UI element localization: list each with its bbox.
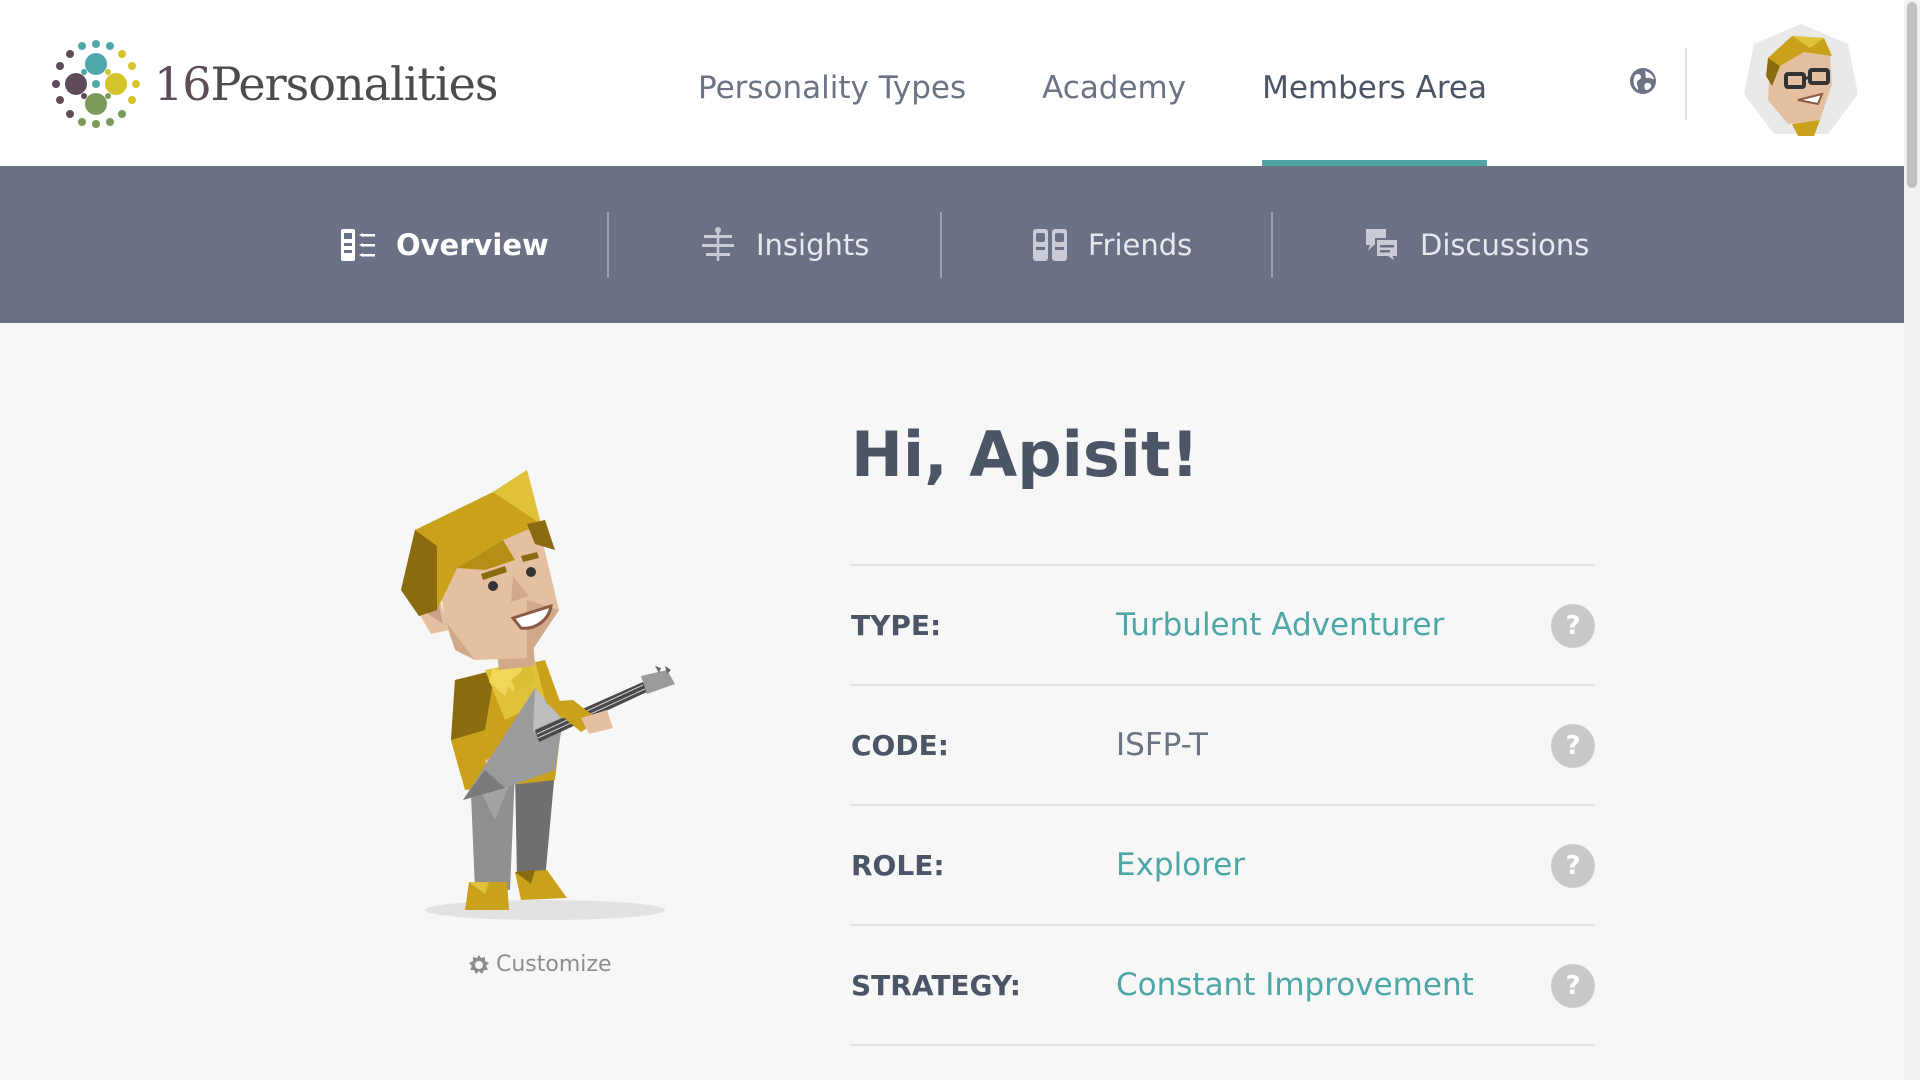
logo-text: 16Personalities [154, 57, 499, 111]
globe-icon[interactable] [1628, 66, 1658, 96]
tab-overview[interactable]: Overview [338, 166, 549, 323]
table-row-code: CODE: ISFP-T ? [851, 686, 1595, 806]
subnav-divider [940, 212, 942, 278]
customize-avatar-link[interactable]: Customize [468, 952, 611, 977]
tab-insights[interactable]: Insights [698, 166, 869, 323]
tab-discussions[interactable]: Discussions [1362, 166, 1589, 323]
role-value-link[interactable]: Explorer [1116, 847, 1245, 883]
customize-label: Customize [496, 952, 612, 977]
nav-members-area[interactable]: Members Area [1262, 0, 1487, 166]
tab-insights-label: Insights [756, 227, 870, 262]
profile-summary-table: TYPE: Turbulent Adventurer ? CODE: ISFP-… [851, 564, 1595, 1046]
header-divider [1685, 48, 1687, 120]
strategy-value-link[interactable]: Constant Improvement [1116, 967, 1474, 1003]
tab-overview-label: Overview [396, 227, 549, 262]
code-help-icon[interactable]: ? [1551, 724, 1595, 768]
table-row-strategy: STRATEGY: Constant Improvement ? [851, 926, 1595, 1046]
type-label: TYPE: [851, 608, 942, 642]
overview-icon [341, 228, 375, 261]
code-value: ISFP-T [1116, 727, 1208, 763]
insights-icon [702, 226, 734, 261]
subnav-divider [607, 212, 609, 278]
members-subnav: Overview Insights Friends Discussions [0, 166, 1904, 323]
table-row-type: TYPE: Turbulent Adventurer ? [851, 566, 1595, 686]
scrollbar-thumb[interactable] [1907, 2, 1917, 188]
site-logo[interactable]: 16Personalities [48, 36, 499, 132]
logo-number: 16 [154, 57, 212, 111]
type-help-icon[interactable]: ? [1551, 604, 1595, 648]
nav-personality-types[interactable]: Personality Types [698, 0, 966, 166]
role-help-icon[interactable]: ? [1551, 844, 1595, 888]
page-scrollbar[interactable] [1904, 0, 1920, 1080]
main-nav: Personality Types Academy Members Area [698, 0, 1563, 166]
logo-word: Personalities [210, 57, 499, 111]
code-label: CODE: [851, 728, 949, 762]
site-header: 16Personalities Personality Types Academ… [0, 0, 1904, 166]
user-avatar[interactable] [1740, 22, 1862, 144]
strategy-label: STRATEGY: [851, 968, 1021, 1002]
personality-character-illustration [401, 470, 675, 920]
tab-friends[interactable]: Friends [1030, 166, 1192, 323]
gear-icon [469, 954, 489, 974]
nav-academy[interactable]: Academy [1042, 0, 1186, 166]
tab-discussions-label: Discussions [1420, 227, 1590, 262]
subnav-divider [1271, 212, 1273, 278]
type-value-link[interactable]: Turbulent Adventurer [1116, 607, 1444, 643]
friends-icon [1033, 228, 1067, 261]
table-row-role: ROLE: Explorer ? [851, 806, 1595, 926]
discussions-icon [1366, 228, 1399, 265]
page-title: Hi, Apisit! [851, 418, 1199, 491]
tab-friends-label: Friends [1088, 227, 1193, 262]
role-label: ROLE: [851, 848, 945, 882]
logo-dots-icon [52, 40, 140, 128]
strategy-help-icon[interactable]: ? [1551, 964, 1595, 1008]
